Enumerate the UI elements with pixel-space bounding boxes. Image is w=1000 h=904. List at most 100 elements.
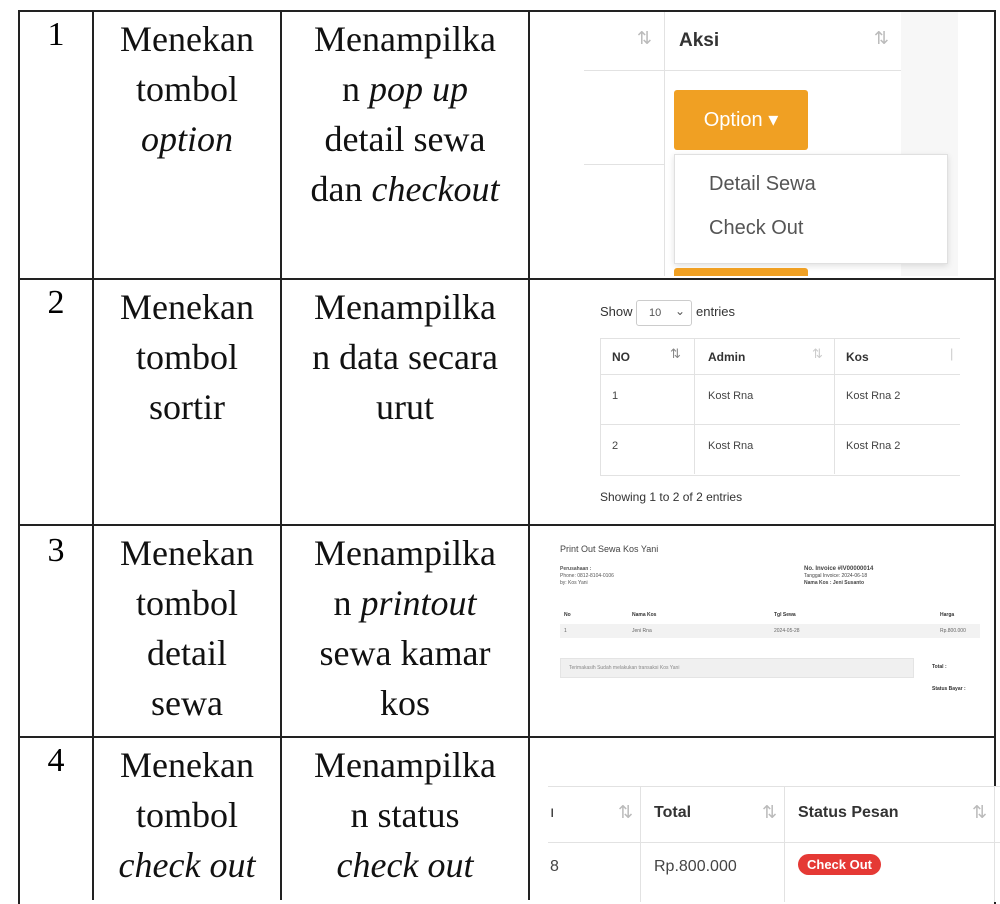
action-text: option (140, 119, 233, 159)
printout-table-header: No Nama Kos Tgl Sewa Harga (560, 608, 980, 622)
column-header-aksi: Aksi (679, 30, 720, 51)
table-cell (584, 71, 665, 276)
table-cell: Kost Rna (708, 440, 754, 452)
action-cell: Menekan tombol sortir (94, 282, 280, 432)
row-number: 4 (47, 742, 65, 779)
sort-icon[interactable]: ⇅ (874, 28, 889, 49)
action-text: tombol (135, 795, 238, 835)
table-cell: Kost Rna (708, 390, 754, 402)
table-cell: 2 (612, 440, 619, 452)
invoice-number: No. Invoice #IV00000014 (804, 566, 874, 572)
screenshot-option-dropdown: ⇅ Aksi ⇅ Option ▾ Detail Sewa Check Out (584, 12, 958, 276)
result-text: Menampilka (314, 19, 496, 59)
result-text: urut (376, 387, 434, 427)
action-text: check out (118, 845, 256, 885)
screenshot-sorted-table: Show 10 ⌄ entries NO ⇅ Admin ⇅ Kos | 1 K… (590, 290, 960, 520)
company-info: Perusahaan : Phone: 0812-8104-0106 by: K… (560, 566, 614, 587)
row-divider (18, 736, 994, 738)
table-cell: Jeni Rna (632, 628, 652, 634)
header-no: No (564, 612, 571, 618)
header-nama-kos: Nama Kos (632, 612, 657, 618)
printout-note: Terimakasih Sudah melakukan transaksi Ko… (560, 658, 914, 678)
table-cell: 1 (564, 628, 567, 634)
header-tgl-sewa: Tgl Sewa (774, 612, 796, 618)
action-cell: Menekan tombol check out (94, 740, 280, 890)
option-button[interactable] (674, 268, 808, 276)
result-text: Menampilka (314, 745, 496, 785)
action-text: sortir (149, 387, 225, 427)
column-divider (784, 786, 785, 902)
result-cell: Menampilka n printout sewa kamar kos (282, 528, 528, 728)
sort-icon[interactable]: ⇅ (762, 802, 777, 823)
row-divider (18, 524, 994, 526)
result-text: n data secara (312, 337, 498, 377)
data-table (600, 338, 960, 476)
invoice-date: Tanggal Invoice: 2024-06-18 (804, 573, 868, 579)
status-badge: Check Out (798, 854, 882, 875)
result-text: detail sewa (324, 119, 486, 159)
sort-icon[interactable]: ⇅ (972, 802, 987, 823)
table-header-cell: ⇅ (584, 12, 665, 71)
printout-title: Print Out Sewa Kos Yani (560, 544, 659, 554)
partial-header: ı (550, 804, 555, 821)
sort-asc-icon[interactable]: ⇅ (670, 346, 681, 362)
result-cell: Menampilka n pop up detail sewa dan chec… (282, 14, 528, 214)
sort-icon[interactable]: ⇅ (812, 346, 823, 362)
action-text: tombol (135, 337, 238, 377)
action-text: Menekan (120, 745, 254, 785)
result-text: Menampilka (314, 287, 496, 327)
table-cell: Kost Rna 2 (846, 440, 901, 452)
row-divider (548, 842, 1000, 843)
row-divider (548, 786, 1000, 787)
result-text: sewa kamar (319, 633, 491, 673)
entries-select-value: 10 (649, 307, 662, 319)
action-text: Menekan (120, 533, 254, 573)
action-cell: Menekan tombol detail sewa (94, 528, 280, 728)
column-divider (640, 786, 641, 902)
action-text: tombol (135, 583, 238, 623)
table-cell: 1 (612, 390, 619, 402)
sort-icon[interactable]: | (950, 346, 953, 361)
result-text: n status (350, 795, 460, 835)
entries-select[interactable]: 10 ⌄ (636, 300, 692, 326)
column-header-admin: Admin (708, 350, 746, 364)
table-cell: 2024-05-28 (774, 628, 800, 634)
dropdown-menu: Detail Sewa Check Out (674, 154, 948, 264)
partial-cell: 8 (550, 858, 559, 875)
company-label: Perusahaan : (560, 566, 592, 572)
column-divider (834, 338, 835, 474)
menu-item-check-out[interactable]: Check Out (709, 217, 803, 240)
table-header-cell: Aksi ⇅ (665, 12, 901, 71)
result-text: check out (336, 845, 474, 885)
action-cell: Menekan tombol option (94, 14, 280, 164)
column-header-status-pesan: Status Pesan (798, 804, 899, 821)
column-header-no: NO (612, 350, 630, 364)
column-divider (994, 786, 995, 902)
company-by: by: Kos Yani (560, 580, 588, 586)
sort-icon[interactable]: ⇅ (637, 28, 652, 49)
invoice-info: No. Invoice #IV00000014 Tanggal Invoice:… (804, 566, 873, 587)
sort-icon[interactable]: ⇅ (618, 802, 633, 823)
row-number: 2 (47, 284, 65, 321)
result-text: Menampilka (314, 533, 496, 573)
total-label: Total : (932, 664, 947, 670)
chevron-down-icon: ⌄ (674, 304, 685, 318)
note-text: Terimakasih Sudah melakukan transaksi Ko… (569, 665, 680, 671)
printout-table-row: 1 Jeni Rna 2024-05-28 Rp.800.000 (560, 624, 980, 638)
row-divider (584, 164, 664, 165)
row-number: 1 (47, 16, 65, 53)
total-value: Rp.800.000 (654, 858, 737, 875)
header-harga: Harga (940, 612, 955, 618)
row-divider (600, 374, 960, 375)
status-bayar-label: Status Bayar : (932, 686, 966, 692)
show-label: Show (600, 304, 633, 319)
row-divider (600, 424, 960, 425)
result-text: kos (379, 683, 430, 723)
action-text: Menekan (120, 287, 254, 327)
menu-item-detail-sewa[interactable]: Detail Sewa (709, 173, 816, 196)
table-cell: Rp.800.000 (940, 628, 966, 634)
table-footer-info: Showing 1 to 2 of 2 entries (600, 490, 743, 504)
option-button[interactable]: Option ▾ (674, 90, 808, 150)
action-text: Menekan (120, 19, 254, 59)
action-text: tombol (135, 69, 238, 109)
